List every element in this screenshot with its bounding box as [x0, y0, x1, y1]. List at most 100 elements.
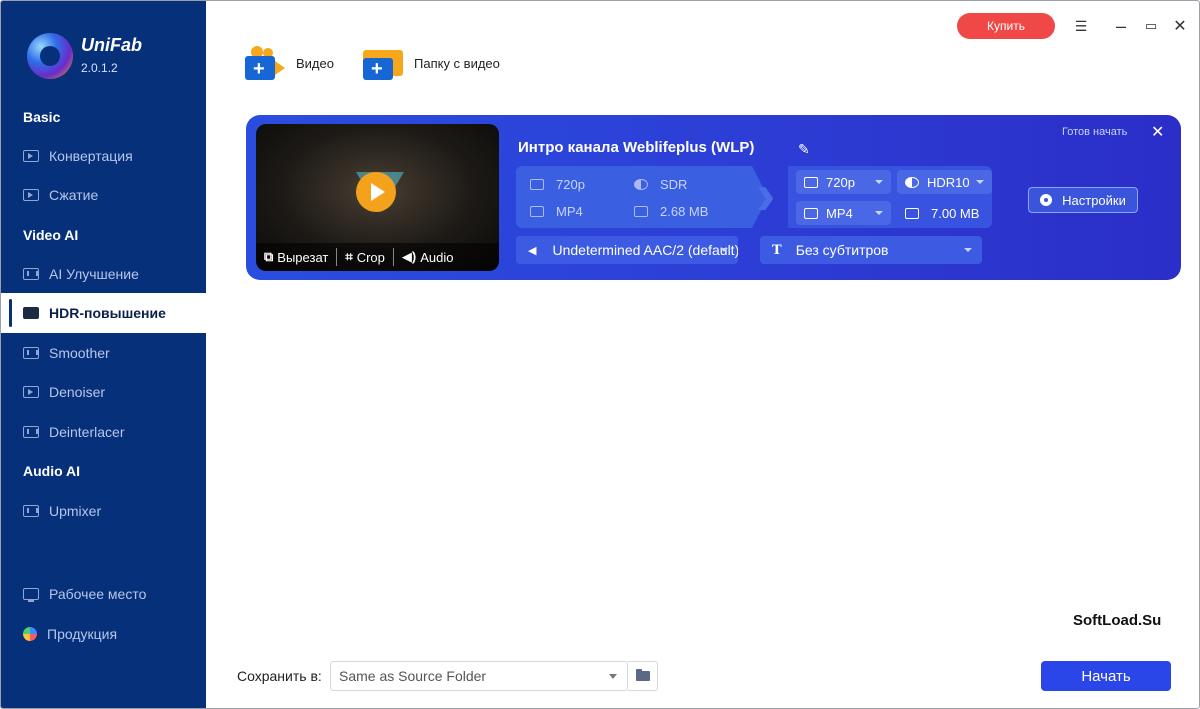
start-button[interactable]: Начать	[1041, 661, 1171, 691]
app-name: UniFab	[81, 35, 142, 55]
buy-button[interactable]: Купить	[957, 13, 1055, 39]
source-format: MP4	[530, 204, 583, 219]
trim-button[interactable]: ⧉ Вырезат	[256, 248, 336, 266]
source-size: 2.68 MB	[634, 204, 708, 219]
source-resolution: 720p	[530, 177, 585, 192]
output-format-select[interactable]: MP4	[796, 201, 891, 225]
add-folder-button[interactable]: + Папку с видео	[363, 46, 500, 80]
settings-label: Настройки	[1062, 192, 1126, 208]
video-title: Интро канала Weblifeplus (WLP)	[518, 139, 755, 156]
play-preview-button[interactable]	[356, 172, 396, 212]
sidebar-item-label: HDR-повышение	[49, 305, 166, 321]
speaker-icon: ◀	[528, 244, 537, 257]
audio-button[interactable]: ◀) Audio	[392, 248, 462, 266]
upmixer-icon	[23, 505, 39, 517]
sidebar-item-products[interactable]: Продукция	[23, 624, 117, 644]
hdr-icon	[23, 307, 39, 319]
output-folder-value: Same as Source Folder	[339, 668, 487, 684]
hdr-contrast-icon	[905, 176, 919, 188]
sidebar-item-deinterlacer[interactable]: Deinterlacer	[23, 422, 124, 442]
subtitle-value: Без субтитров	[795, 242, 889, 258]
sidebar-item-label: AI Улучшение	[49, 266, 139, 282]
sidebar-item-label: Smoother	[49, 345, 110, 361]
sidebar-item-label: Сжатие	[49, 187, 99, 203]
output-dynamic-range-value: HDR10	[927, 174, 970, 190]
sidebar-item-convert[interactable]: Конвертация	[23, 146, 133, 166]
chevron-down-icon	[964, 248, 972, 252]
sidebar-item-label: Deinterlacer	[49, 424, 125, 440]
audio-label: Audio	[420, 249, 454, 265]
settings-icon	[1040, 194, 1053, 206]
sidebar-item-workspace[interactable]: Рабочее место	[23, 584, 146, 604]
monitor-icon	[23, 588, 39, 602]
monitor-icon	[530, 179, 544, 190]
play-icon	[23, 150, 39, 162]
smoother-icon	[23, 347, 39, 359]
sidebar-item-smoother[interactable]: Smoother	[23, 343, 110, 363]
active-indicator	[9, 299, 12, 327]
crop-icon: ⌗	[345, 249, 353, 264]
sidebar-item-upmixer[interactable]: Upmixer	[23, 501, 101, 521]
text-subtitle-icon: T	[772, 242, 782, 258]
save-to-label: Сохранить в:	[237, 668, 322, 684]
sidebar-item-hdr-upscale[interactable]: HDR-повышение	[23, 303, 166, 323]
sidebar-item-label: Upmixer	[49, 503, 102, 519]
source-dynamic-range-value: SDR	[660, 177, 688, 192]
browse-folder-button[interactable]	[628, 661, 658, 691]
video-format-icon	[804, 207, 818, 219]
subtitle-select[interactable]: T Без субтитров	[760, 236, 982, 264]
arrow-right-icon: ›	[756, 162, 776, 227]
minimize-icon[interactable]: –	[1112, 16, 1130, 36]
chevron-down-icon	[609, 674, 617, 679]
denoiser-icon	[23, 386, 39, 398]
crop-label: Crop	[356, 249, 385, 265]
add-folder-label: Папку с видео	[414, 55, 500, 71]
output-size: 7.00 MB	[905, 206, 979, 221]
menu-icon[interactable]: ☰	[1072, 17, 1090, 35]
source-dynamic-range: SDR	[634, 177, 687, 192]
edit-title-icon[interactable]: ✎	[798, 141, 810, 158]
remove-task-icon[interactable]: ✕	[1151, 122, 1164, 142]
deinterlacer-icon	[23, 426, 39, 438]
close-window-icon[interactable]: ✕	[1171, 17, 1189, 35]
monitor-icon	[804, 176, 818, 188]
settings-button[interactable]: Настройки	[1028, 187, 1138, 213]
video-task-card: ⧉ Вырезат ⌗ Crop ◀) Audio Интро канала W…	[246, 115, 1181, 280]
sidebar-item-label: Рабочее место	[49, 586, 147, 602]
output-size-value: 7.00 MB	[931, 206, 980, 221]
crop-button[interactable]: ⌗ Crop	[336, 248, 393, 266]
speaker-icon: ◀)	[401, 249, 417, 264]
sidebar-item-denoiser[interactable]: Denoiser	[23, 382, 105, 402]
chevron-down-icon	[875, 211, 883, 215]
output-dynamic-range-select[interactable]: HDR10	[897, 170, 992, 194]
section-title-basic: Basic	[23, 109, 61, 125]
video-format-icon	[530, 206, 544, 217]
video-thumbnail[interactable]: ⧉ Вырезат ⌗ Crop ◀) Audio	[256, 124, 499, 271]
add-video-label: Видео	[296, 55, 334, 71]
section-title-audio-ai: Audio AI	[23, 463, 81, 479]
sidebar: UniFab 2.0.1.2 Basic Конвертация Сжатие …	[1, 1, 206, 708]
chevron-down-icon	[720, 248, 728, 252]
app-version: 2.0.1.2	[81, 61, 118, 75]
output-resolution-value: 720p	[826, 174, 855, 190]
sidebar-item-label: Продукция	[47, 626, 118, 642]
app-window: UniFab 2.0.1.2 Basic Конвертация Сжатие …	[0, 0, 1200, 709]
watermark: SoftLoad.Su	[1073, 612, 1162, 629]
task-status: Готов начать	[1062, 126, 1128, 138]
sidebar-item-label: Denoiser	[49, 384, 106, 400]
output-resolution-select[interactable]: 720p	[796, 170, 891, 194]
audio-track-value: Undetermined AAC/2 (default)	[552, 242, 738, 258]
maximize-icon[interactable]: ▭	[1142, 17, 1160, 35]
source-resolution-value: 720p	[556, 177, 585, 192]
add-video-icon: +	[245, 46, 285, 80]
add-video-button[interactable]: + Видео	[245, 46, 334, 80]
unifab-logo-icon	[27, 33, 73, 79]
file-size-icon	[634, 206, 648, 217]
sidebar-item-ai-upscale[interactable]: AI Улучшение	[23, 264, 139, 284]
trim-label: Вырезат	[277, 249, 329, 265]
sidebar-item-compress[interactable]: Сжатие	[23, 185, 98, 205]
output-folder-select[interactable]: Same as Source Folder	[330, 661, 628, 691]
folder-icon	[635, 669, 650, 681]
thumbnail-actions: ⧉ Вырезат ⌗ Crop ◀) Audio	[256, 243, 499, 271]
audio-track-select[interactable]: ◀ Undetermined AAC/2 (default)	[516, 236, 738, 264]
